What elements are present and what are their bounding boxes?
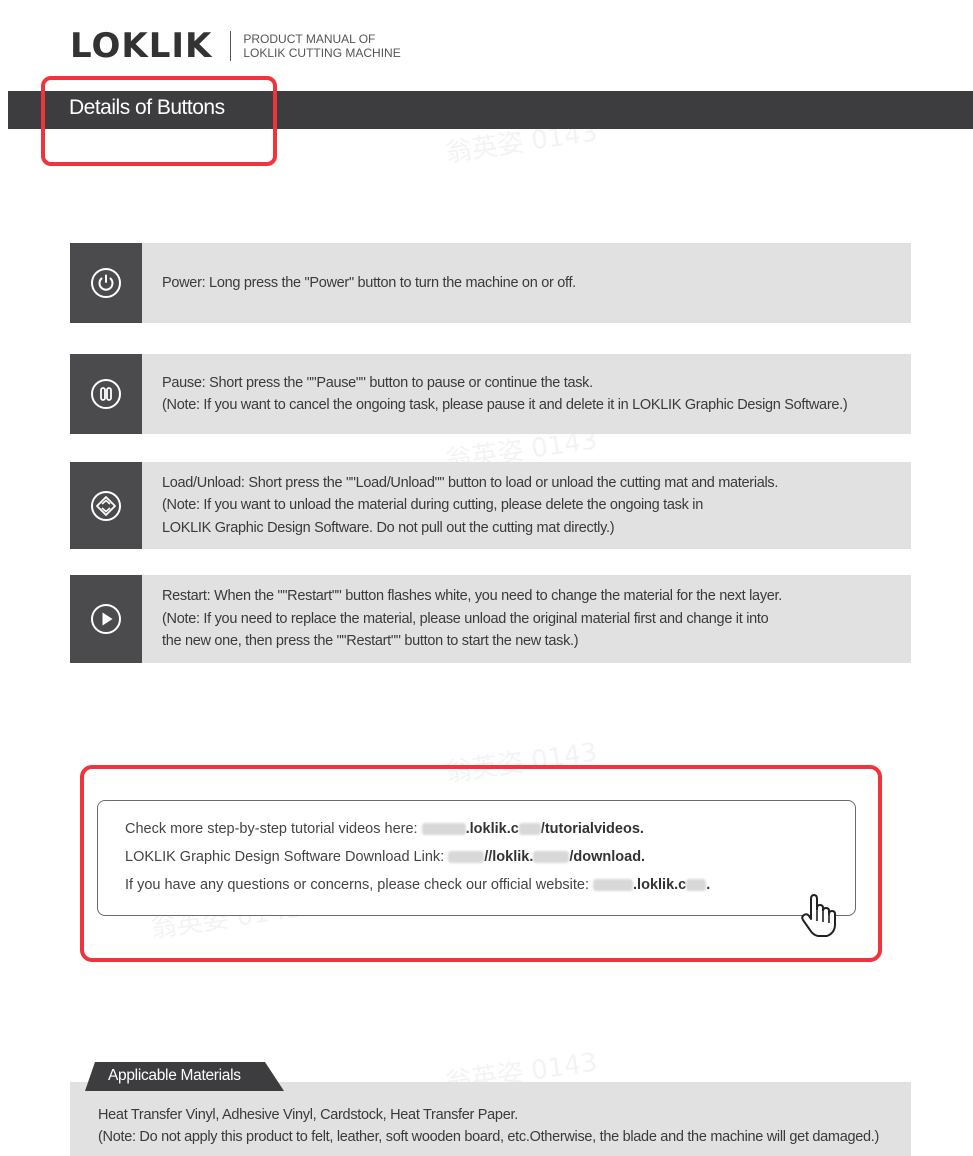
redacted-text: [518, 823, 541, 836]
materials-description: Heat Transfer Vinyl, Adhesive Vinyl, Car…: [98, 1107, 880, 1145]
redacted-text: [421, 823, 466, 836]
brand-divider: [230, 31, 232, 61]
redacted-text: [533, 851, 570, 864]
website-url[interactable]: .loklik.c.: [633, 877, 710, 893]
hand-pointer-icon: [801, 894, 836, 937]
restart-icon: [91, 604, 121, 634]
redacted-text: [686, 879, 707, 892]
restart-description: Restart: When the ""Restart"" button fla…: [162, 588, 782, 650]
redacted-text: [593, 879, 634, 892]
button-row-pause: Pause: Short press the ""Pause"" button …: [70, 354, 911, 434]
download-url[interactable]: //loklik./download.: [484, 849, 645, 865]
button-row-power: Power: Long press the "Power" button to …: [70, 243, 911, 323]
button-row-restart: Restart: When the ""Restart"" button fla…: [70, 575, 911, 663]
website-link-line: If you have any questions or concerns, p…: [125, 877, 711, 893]
load-unload-description: Load/Unload: Short press the ""Load/Unlo…: [162, 474, 779, 536]
highlight-box-title: [41, 76, 277, 166]
tutorial-link-line: Check more step-by-step tutorial videos …: [125, 821, 644, 837]
icon-box: [70, 462, 142, 549]
loklik-logo: LOKLIK: [70, 26, 213, 66]
tutorial-url[interactable]: .loklik.c/tutorialvideos.: [466, 821, 644, 837]
load-unload-icon: [91, 490, 121, 521]
icon-box: [70, 354, 142, 434]
power-description: Power: Long press the "Power" button to …: [162, 274, 576, 291]
redacted-text: [448, 851, 485, 864]
pause-description: Pause: Short press the ""Pause"" button …: [162, 374, 848, 414]
button-row-load-unload: Load/Unload: Short press the ""Load/Unlo…: [70, 462, 911, 549]
materials-tab-label: Applicable Materials: [108, 1067, 241, 1084]
links-panel: Check more step-by-step tutorial videos …: [97, 800, 856, 916]
manual-subtitle: PRODUCT MANUAL OF LOKLIK CUTTING MACHINE: [243, 32, 401, 60]
brand-header: LOKLIK PRODUCT MANUAL OF LOKLIK CUTTING …: [70, 26, 401, 66]
power-icon: [91, 268, 121, 298]
icon-box: [70, 243, 142, 323]
icon-box: [70, 575, 142, 663]
pause-icon: [91, 379, 121, 409]
download-link-line: LOKLIK Graphic Design Software Download …: [125, 849, 646, 865]
